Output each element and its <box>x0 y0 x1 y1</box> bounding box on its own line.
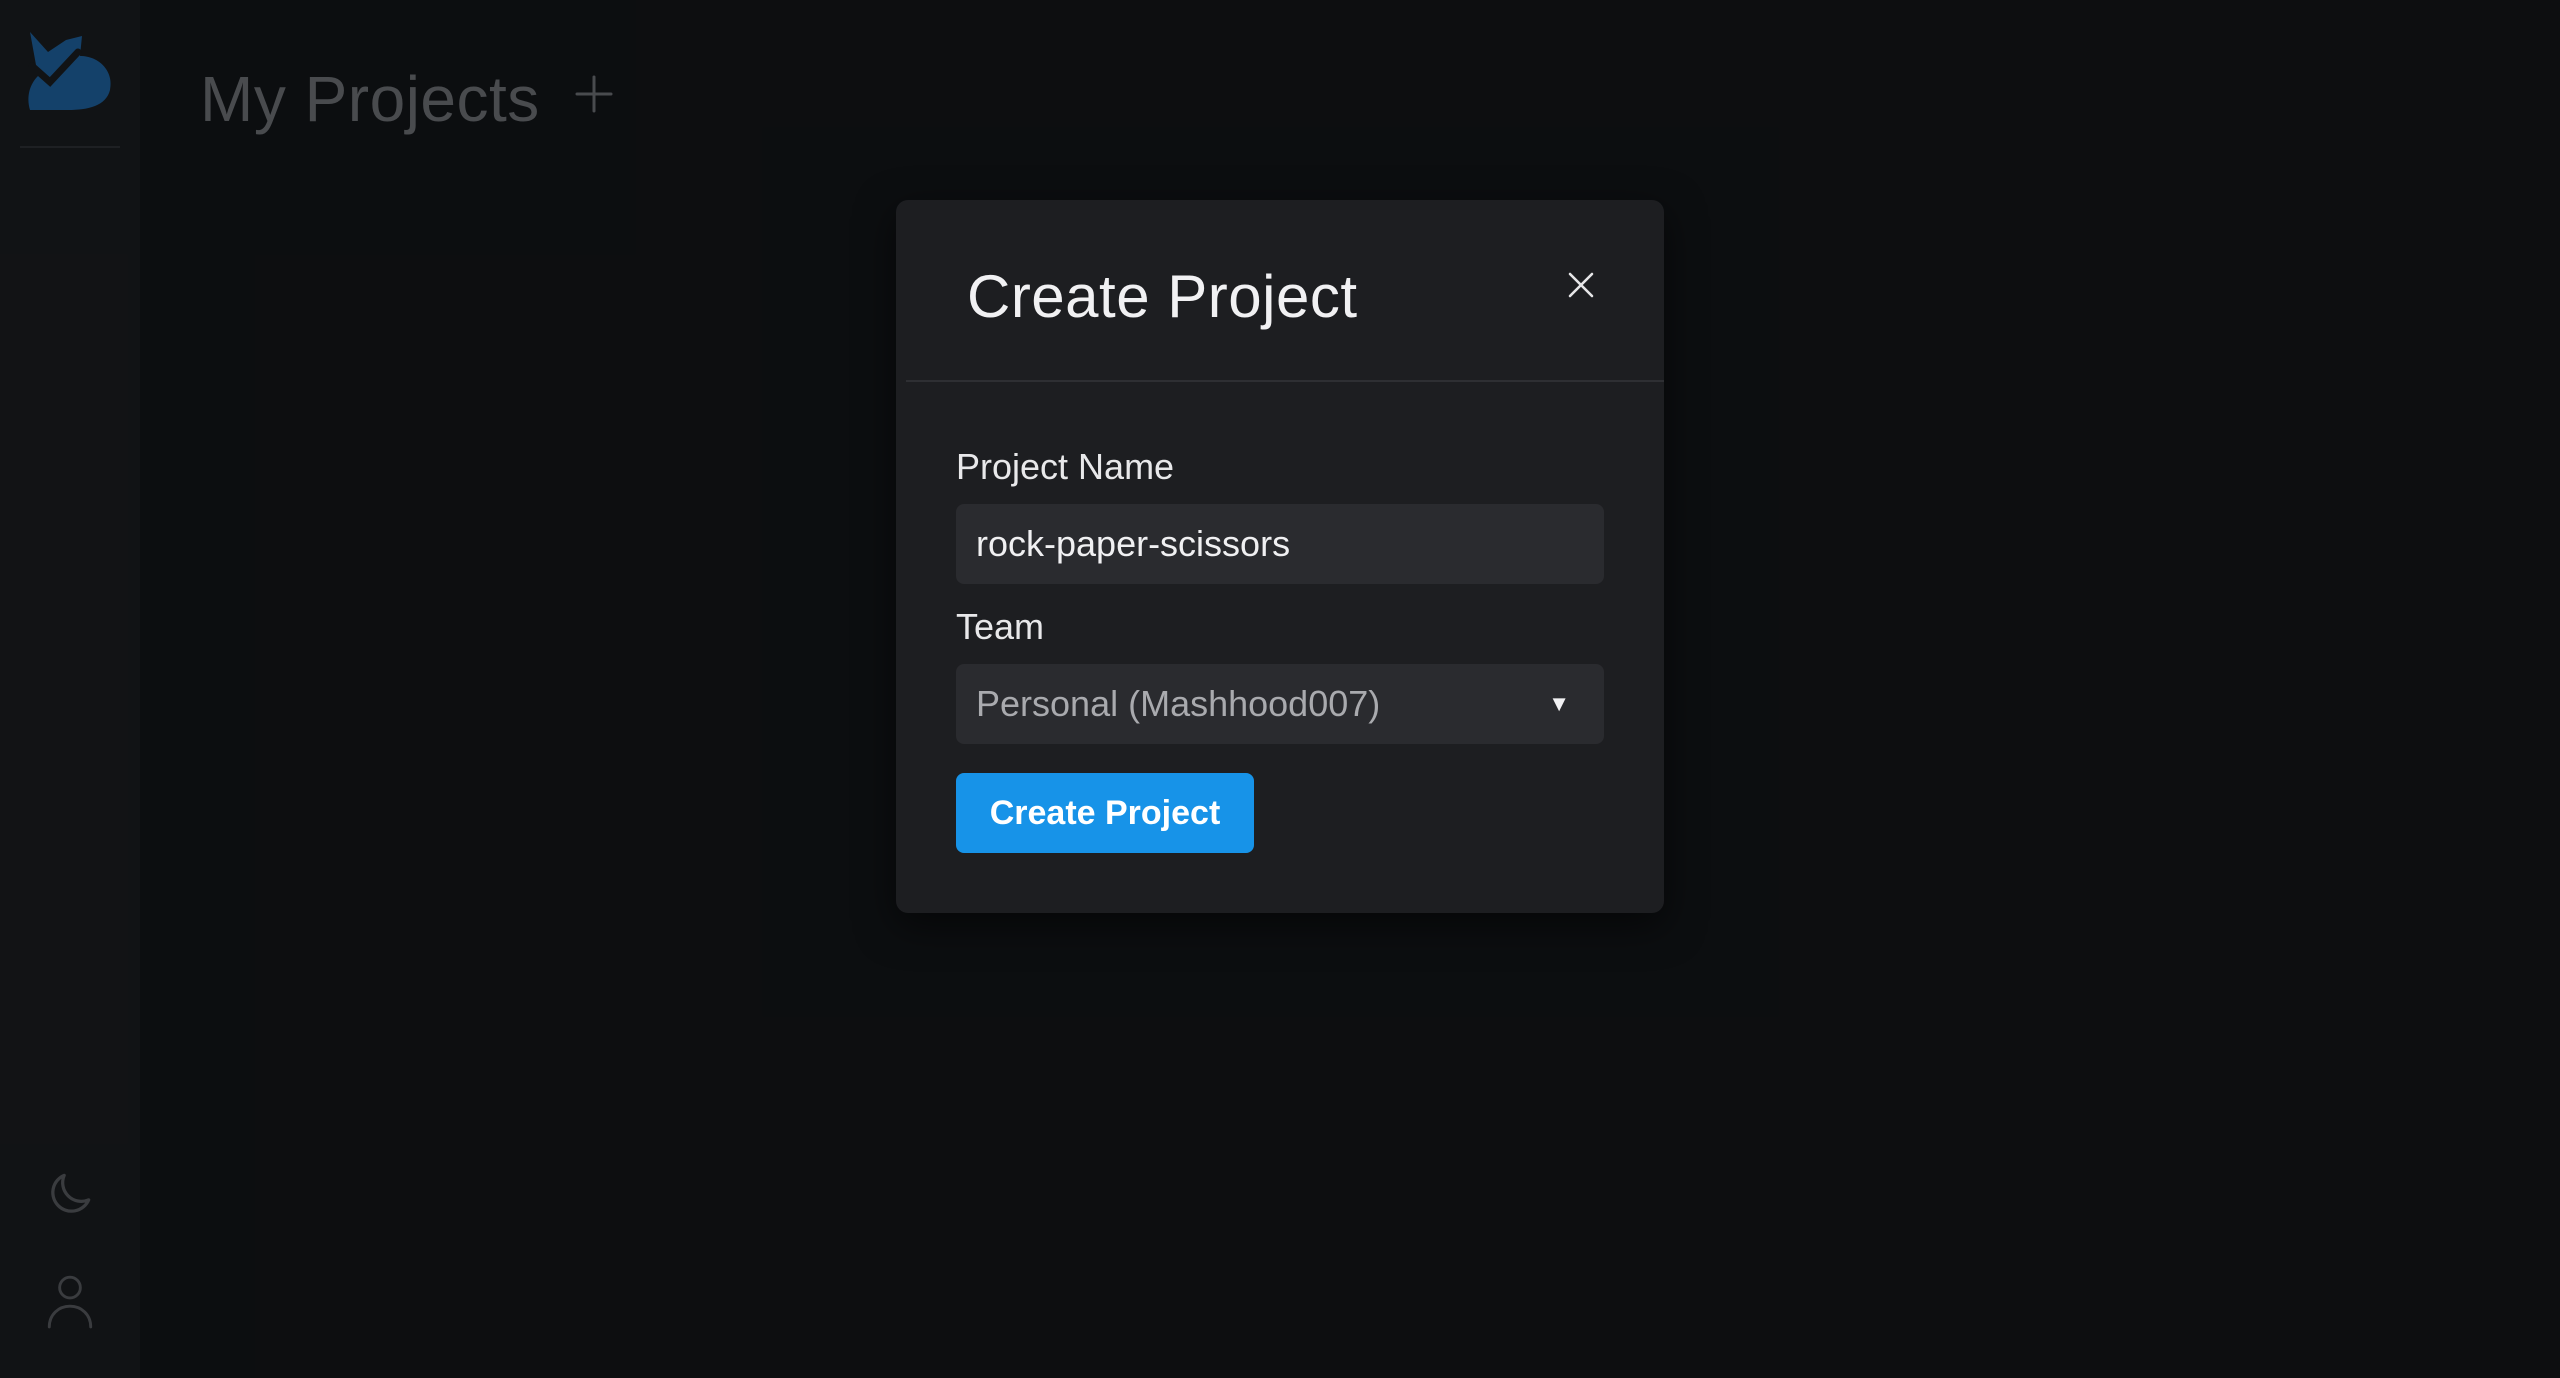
team-label: Team <box>956 606 1045 647</box>
app-root: My Projects No Projects Create Project P… <box>0 0 2560 1378</box>
caret-down-icon: ▼ <box>1548 691 1570 716</box>
team-select-value: Personal (Mashhood007) <box>976 683 1381 724</box>
close-button[interactable] <box>1556 262 1606 312</box>
modal-divider <box>906 380 1664 382</box>
close-icon <box>1567 271 1595 304</box>
modal-title: Create Project <box>967 263 1358 330</box>
project-name-label: Project Name <box>956 446 1175 487</box>
team-select[interactable]: Personal (Mashhood007) ▼ <box>956 664 1604 744</box>
project-name-input[interactable] <box>956 504 1604 584</box>
create-project-modal: Create Project Project Name Team Persona… <box>896 200 1664 913</box>
create-project-button[interactable]: Create Project <box>956 773 1254 853</box>
